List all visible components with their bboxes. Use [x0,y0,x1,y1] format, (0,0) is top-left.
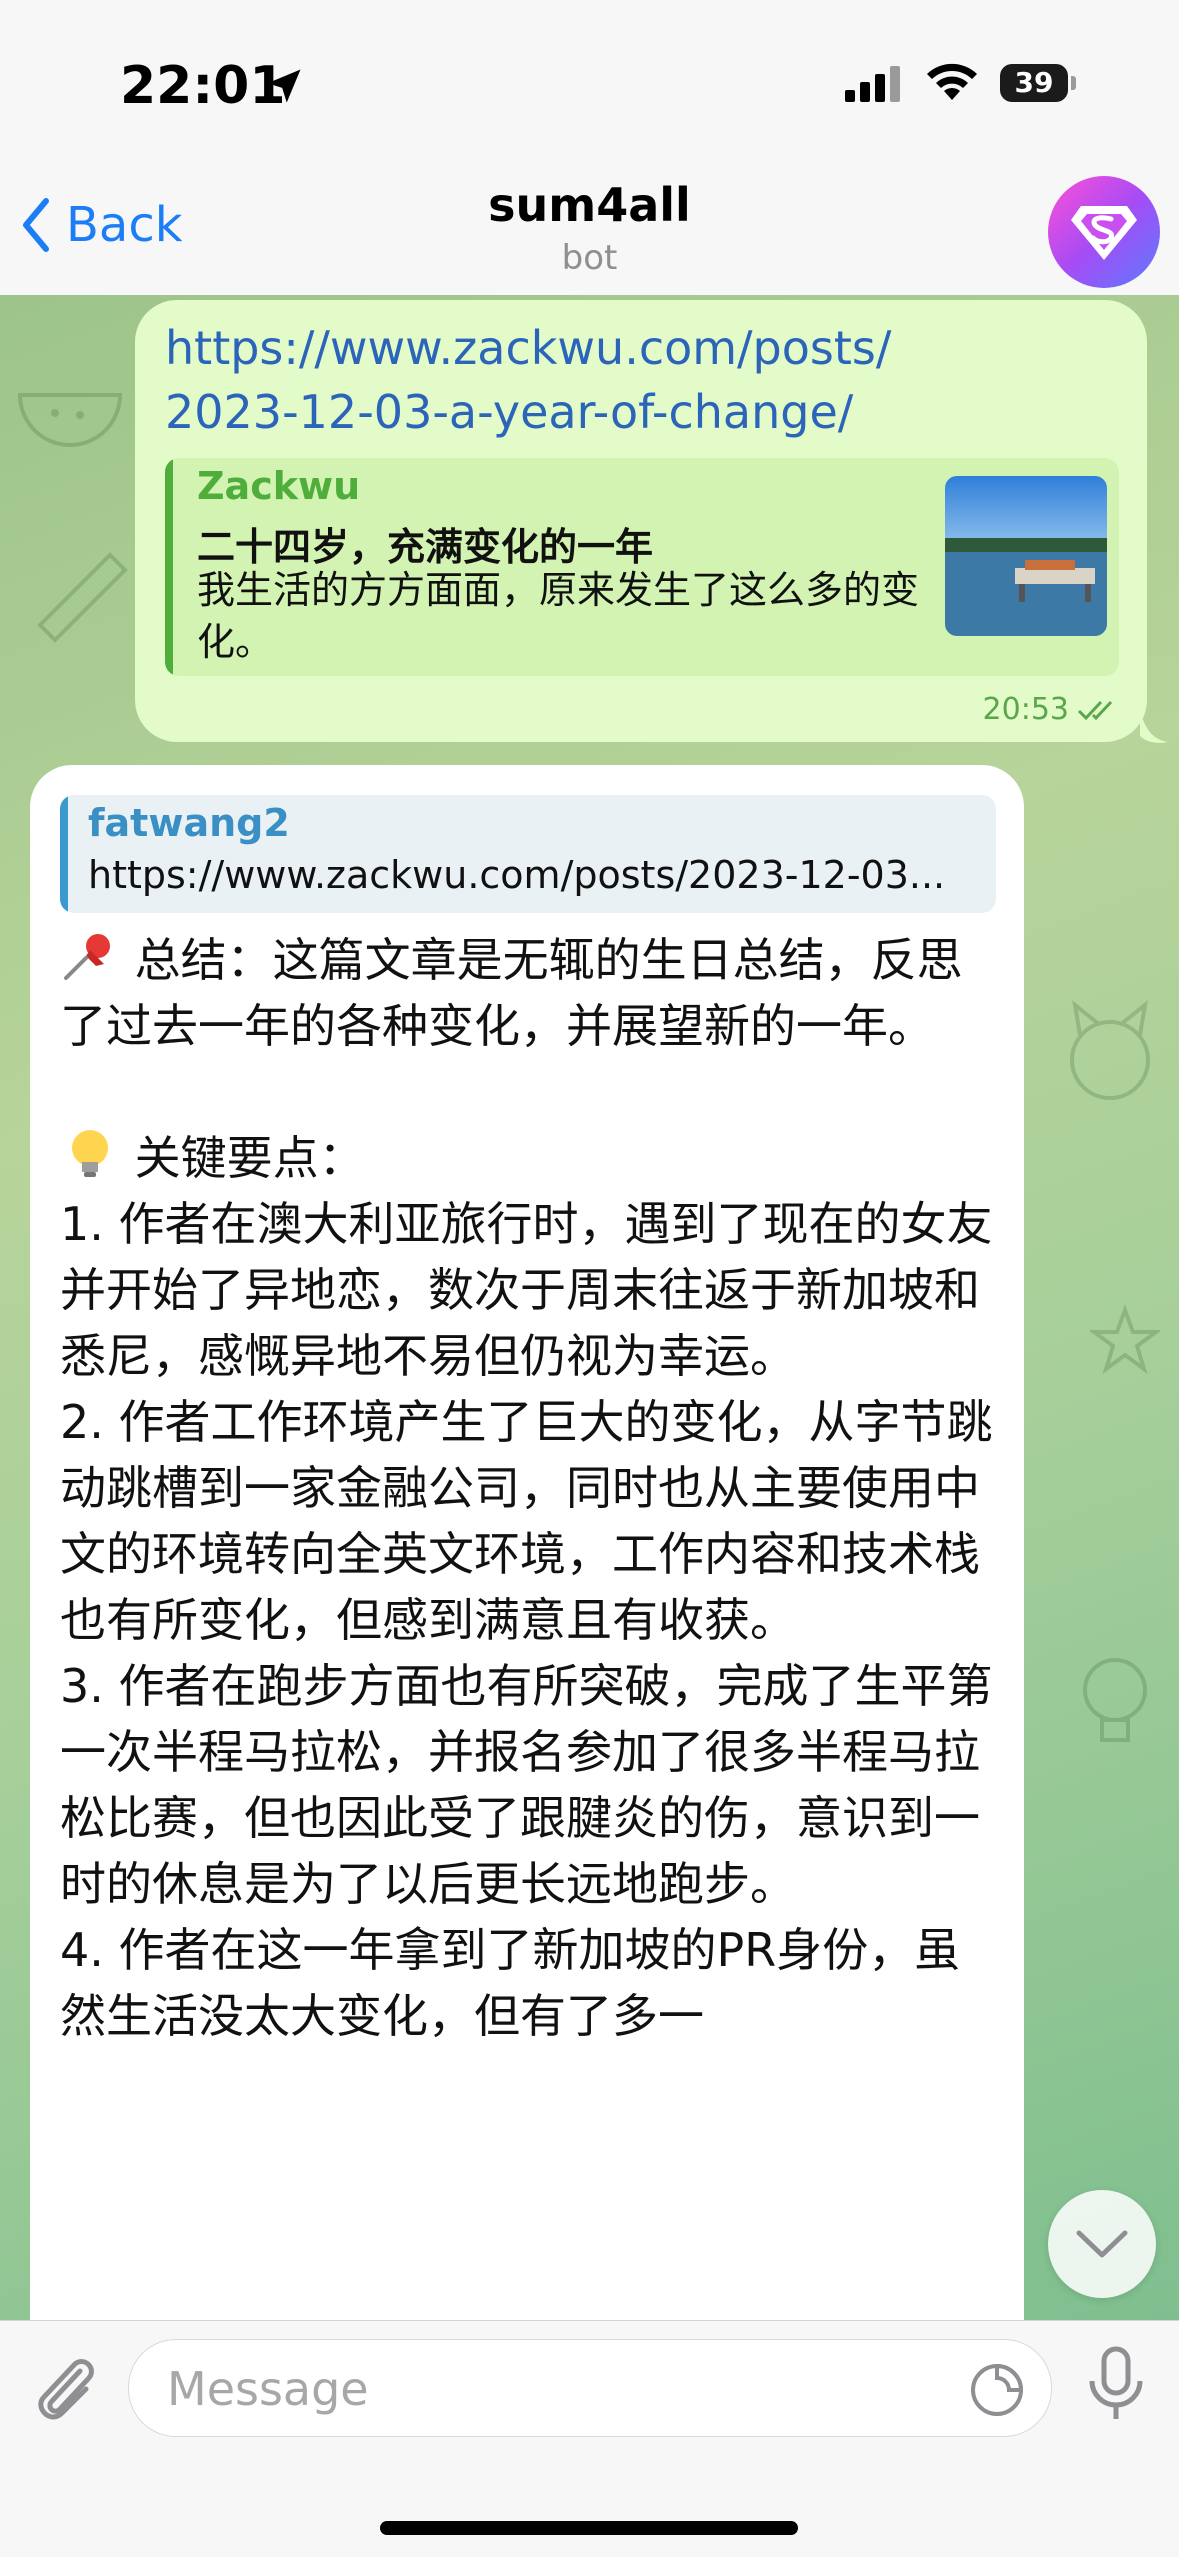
cat-doodle-icon [1070,1000,1150,1100]
preview-site-name: Zackwu [197,464,361,508]
pencil-doodle-icon [37,552,128,643]
bubble-tail [1140,708,1168,743]
watermelon-doodle-icon [17,393,123,447]
superman-logo-icon [1071,206,1137,260]
preview-description: 我生活的方方面面，原来发生了这么多的变化。 [197,568,920,664]
message-link[interactable]: https://www.zackwu.com/posts/ 2023-12-03… [165,316,1125,444]
chat-title[interactable]: sum4all [0,178,1179,232]
lightbulb-icon [72,1130,108,1177]
message-body: 总结：这篇文章是无辄的生日总结，反思了过去一年的各种变化，并展望新的一年。 关键… [60,927,1000,2049]
cellular-signal-icon [845,66,900,102]
chevron-down-icon [1076,2230,1128,2258]
incoming-message-bubble[interactable]: fatwang2 https://www.zackwu.com/posts/20… [30,765,1024,2365]
preview-title: 二十四岁，充满变化的一年 [197,525,654,569]
key-point: 3. 作者在跑步方面也有所突破，完成了生平第一次半程马拉松，并报名参加了很多半程… [60,1659,993,1911]
status-time: 22:01 [120,56,286,116]
battery-indicator: 39 [1000,64,1068,102]
summary-paragraph: 总结：这篇文章是无辄的生日总结，反思了过去一年的各种变化，并展望新的一年。 [60,927,1000,1059]
bot-avatar[interactable] [1048,176,1160,288]
message-placeholder: Message [167,2362,369,2416]
battery-level: 39 [1014,66,1054,99]
status-bar: 22:01 39 [0,0,1179,160]
key-points-header: 关键要点： [60,1125,1000,1191]
preview-accent-bar [165,458,173,676]
sticker-icon[interactable] [969,2362,1025,2418]
link-preview-card[interactable]: Zackwu 二十四岁，充满变化的一年 我生活的方方面面，原来发生了这么多的变化… [165,458,1119,676]
wifi-icon [927,63,977,100]
message-input-bar: Message [0,2320,1179,2557]
lightbulb-doodle-icon [1083,1658,1147,1742]
message-time: 20:53 [983,692,1119,727]
paperclip-icon[interactable] [30,2349,100,2429]
quote-accent-bar [60,795,68,913]
preview-thumbnail[interactable] [945,476,1107,636]
quote-text: https://www.zackwu.com/posts/2023-12-03.… [88,853,946,897]
key-point: 2. 作者工作环境产生了巨大的变化，从字节跳动跳槽到一家金融公司，同时也从主要使… [60,1395,993,1647]
chat-subtitle: bot [561,238,618,278]
location-arrow-icon [267,69,301,103]
reply-quote[interactable]: fatwang2 https://www.zackwu.com/posts/20… [60,795,996,913]
microphone-icon[interactable] [1086,2345,1146,2425]
double-check-icon [1077,700,1113,720]
pushpin-icon [64,934,110,980]
star-doodle-icon [1090,1305,1160,1375]
message-input[interactable]: Message [128,2339,1052,2437]
home-indicator [380,2521,798,2535]
scroll-to-bottom-button[interactable] [1048,2190,1156,2298]
quote-author: fatwang2 [88,801,290,845]
battery-cap [1071,76,1076,90]
outgoing-message-bubble[interactable]: https://www.zackwu.com/posts/ 2023-12-03… [135,300,1147,742]
nav-bar: Back sum4all bot [0,160,1179,296]
key-point: 4. 作者在这一年拿到了新加坡的PR身份，虽然生活没太大变化，但有了多一 [60,1923,961,2043]
key-point: 1. 作者在澳大利亚旅行时，遇到了现在的女友并开始了异地恋，数次于周末往返于新加… [60,1197,993,1383]
